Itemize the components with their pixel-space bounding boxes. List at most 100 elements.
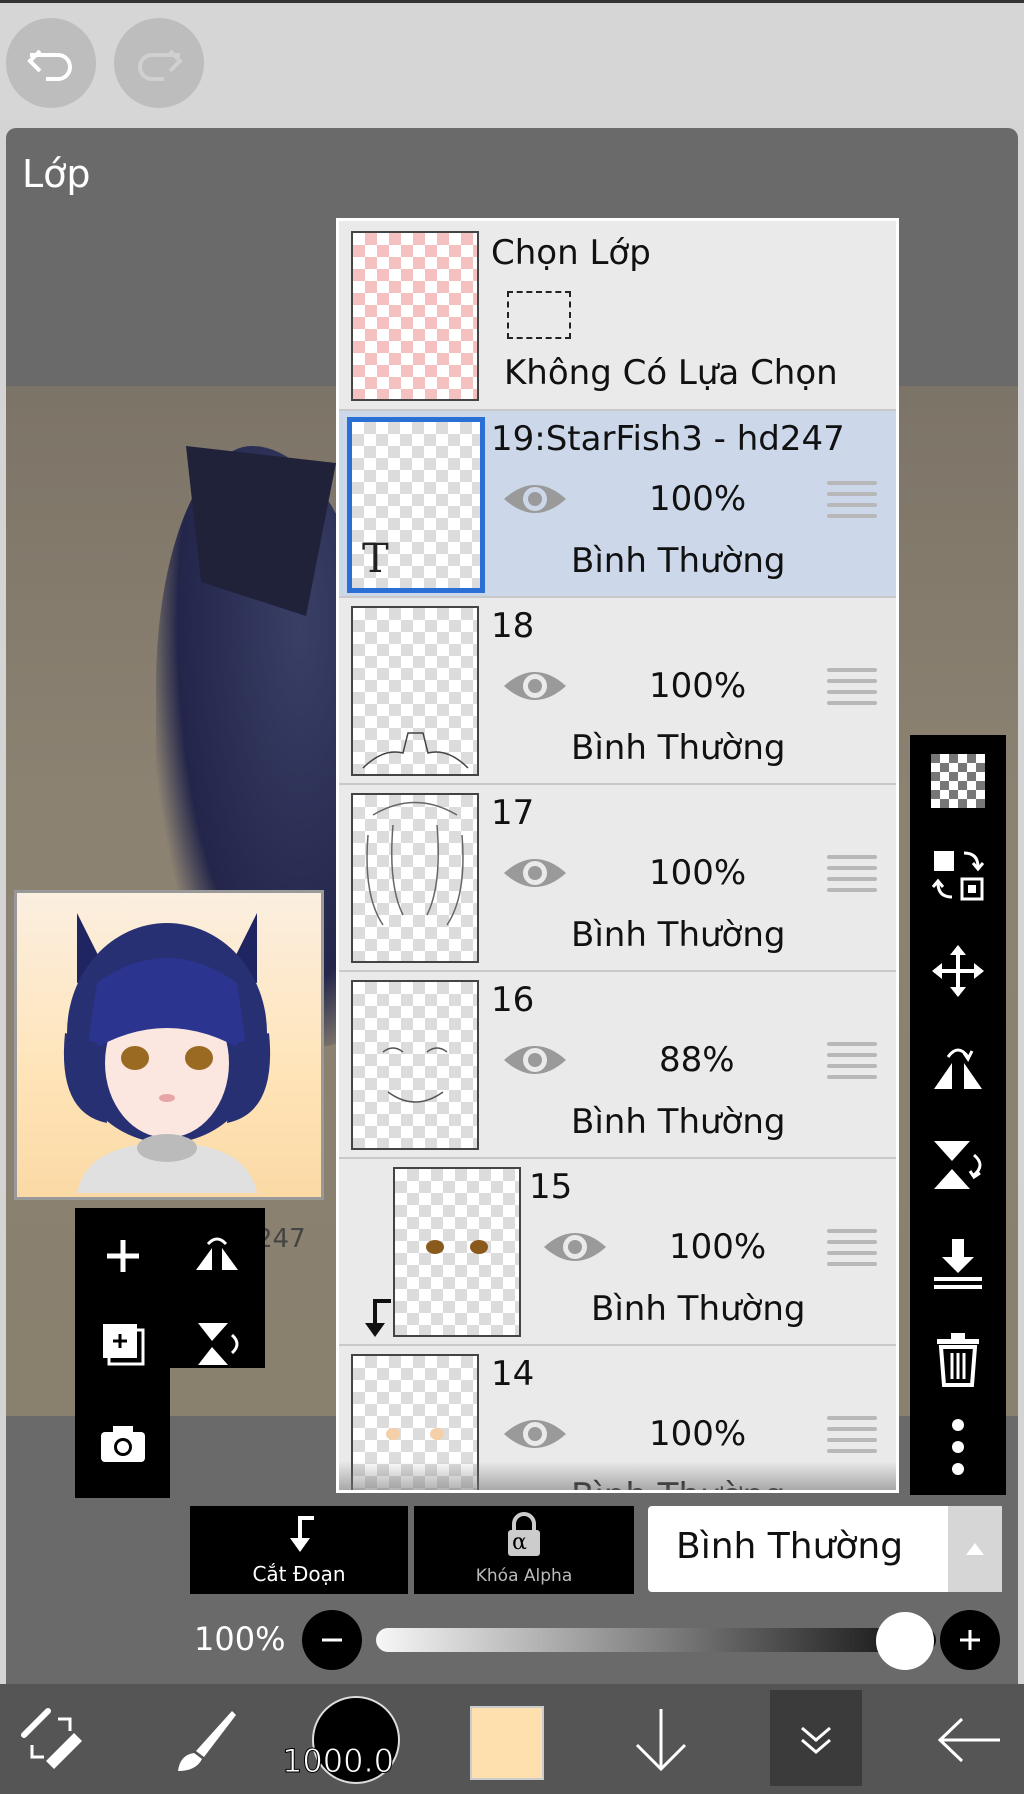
transparent-fill-button[interactable] (928, 751, 988, 811)
flip-vertical-icon (198, 1323, 239, 1365)
flip-horizontal-button[interactable] (928, 1037, 988, 1097)
opacity-slider-thumb[interactable] (876, 1612, 934, 1670)
visibility-eye-icon[interactable] (502, 1412, 568, 1456)
layer-name: 15 (529, 1167, 573, 1207)
blend-mode-select[interactable]: Bình Thường (648, 1506, 948, 1592)
color-swatch[interactable] (470, 1706, 544, 1780)
undo-button[interactable] (6, 18, 96, 108)
chevron-up-icon (966, 1543, 984, 1555)
layer-row[interactable]: 18 100% Bình Thường (339, 598, 896, 785)
canvas-preview (14, 890, 324, 1200)
merge-down-icon (934, 1239, 982, 1289)
selection-layer-thumbnail (351, 231, 479, 401)
alpha-glyph: α (512, 1530, 527, 1555)
duplicate-layer-button[interactable] (93, 1314, 153, 1374)
swap-layer-button[interactable] (928, 845, 988, 905)
layer-blend-mode: Bình Thường (571, 1102, 786, 1142)
swap-icon (931, 851, 985, 901)
layer-row[interactable]: 16 88% Bình Thường (339, 972, 896, 1159)
blend-mode-value: Bình Thường (676, 1526, 904, 1567)
app-root: Lớp 247 Chọn Lớp Không Có Lựa Chọn T 19:… (0, 0, 1024, 1794)
flip-horizontal-button[interactable] (187, 1226, 247, 1286)
visibility-eye-icon[interactable] (502, 1038, 568, 1082)
back-button[interactable] (924, 1698, 1014, 1782)
brush-eraser-switch-icon (21, 1708, 82, 1769)
drag-handle-icon[interactable] (827, 855, 877, 899)
layers-list[interactable]: Chọn Lớp Không Có Lựa Chọn T 19:StarFish… (336, 218, 899, 1493)
text-layer-badge: T (362, 536, 389, 582)
opacity-decrease-button[interactable] (302, 1610, 362, 1670)
drag-handle-icon[interactable] (827, 1229, 877, 1273)
minus-icon (322, 1638, 342, 1642)
layer-thumbnail (351, 793, 479, 963)
opacity-slider-track[interactable] (376, 1628, 936, 1652)
add-layer-button[interactable] (93, 1226, 153, 1286)
visibility-eye-icon[interactable] (502, 664, 568, 708)
tool-switch-button[interactable] (8, 1698, 98, 1782)
flip-vertical-button[interactable] (187, 1314, 247, 1374)
layer-opacity: 100% (669, 1227, 767, 1267)
opacity-value: 100% (194, 1620, 286, 1658)
character-illustration (63, 913, 271, 1193)
drag-handle-icon[interactable] (827, 1416, 877, 1460)
clipping-label: Cắt Đoạn (252, 1562, 346, 1586)
delete-layer-button[interactable] (928, 1329, 988, 1389)
layer-thumbnail (393, 1167, 521, 1337)
layer-blend-mode: Bình Thường (591, 1289, 806, 1329)
selection-marquee-icon (507, 291, 571, 339)
drag-handle-icon[interactable] (827, 1042, 877, 1086)
layer-blend-mode: Bình Thường (571, 541, 786, 581)
brush-size-value: 1000.0 (282, 1742, 395, 1781)
selection-layer-label: Chọn Lớp (491, 233, 651, 273)
camera-icon (101, 1426, 145, 1462)
selection-status: Không Có Lựa Chọn (504, 353, 838, 393)
selection-layer-row[interactable]: Chọn Lớp Không Có Lựa Chọn (339, 221, 896, 411)
brush-tool-button[interactable] (160, 1698, 250, 1782)
layer-thumbnail: T (347, 417, 485, 593)
layer-opacity: 100% (649, 666, 747, 706)
visibility-eye-icon[interactable] (542, 1225, 608, 1269)
flip-horizontal-icon (196, 1237, 238, 1270)
visibility-eye-icon[interactable] (502, 477, 568, 521)
layer-panel-toggle-button[interactable] (770, 1690, 862, 1786)
layer-row[interactable]: 17 100% Bình Thường (339, 785, 896, 972)
plus-icon (960, 1630, 980, 1650)
redo-button[interactable] (114, 18, 204, 108)
visibility-eye-icon[interactable] (502, 851, 568, 895)
layer-name: 14 (491, 1354, 535, 1394)
move-button[interactable] (928, 941, 988, 1001)
opacity-increase-button[interactable] (940, 1610, 1000, 1670)
layer-name: 18 (491, 606, 535, 646)
trash-icon (937, 1333, 979, 1387)
plus-icon (107, 1240, 139, 1272)
double-chevron-down-icon (801, 1726, 831, 1754)
brush-icon (178, 1711, 236, 1771)
layer-opacity: 88% (659, 1040, 735, 1080)
panel-title: Lớp (22, 152, 91, 196)
alpha-lock-label: Khóa Alpha (475, 1566, 573, 1586)
drag-handle-icon[interactable] (827, 481, 877, 525)
undo-icon (27, 49, 72, 81)
clipping-button[interactable]: Cắt Đoạn (190, 1506, 408, 1594)
layer-thumbnail (351, 606, 479, 776)
more-options-button[interactable] (928, 1417, 988, 1477)
merge-down-button[interactable] (928, 1233, 988, 1293)
more-vertical-icon (952, 1419, 964, 1475)
alpha-lock-button[interactable]: α Khóa Alpha (414, 1506, 634, 1594)
drag-handle-icon[interactable] (827, 668, 877, 712)
flip-vertical-icon (934, 1141, 982, 1189)
layer-blend-mode: Bình Thường (571, 728, 786, 768)
top-bar (0, 0, 1024, 120)
move-layer-down-button[interactable] (616, 1698, 706, 1782)
camera-button[interactable] (93, 1414, 153, 1474)
layer-row[interactable]: T 19:StarFish3 - hd247 100% Bình Thường (339, 411, 896, 598)
quick-layer-tools (75, 1208, 265, 1498)
scroll-fade (339, 1461, 896, 1490)
blend-mode-dropdown-button[interactable] (948, 1506, 1002, 1592)
layer-opacity: 100% (649, 853, 747, 893)
arrow-left-icon (937, 1717, 1000, 1763)
flip-vertical-button[interactable] (928, 1135, 988, 1195)
move-icon (932, 945, 984, 997)
duplicate-layer-icon (103, 1324, 145, 1366)
layer-row[interactable]: 15 100% Bình Thường (339, 1159, 896, 1346)
